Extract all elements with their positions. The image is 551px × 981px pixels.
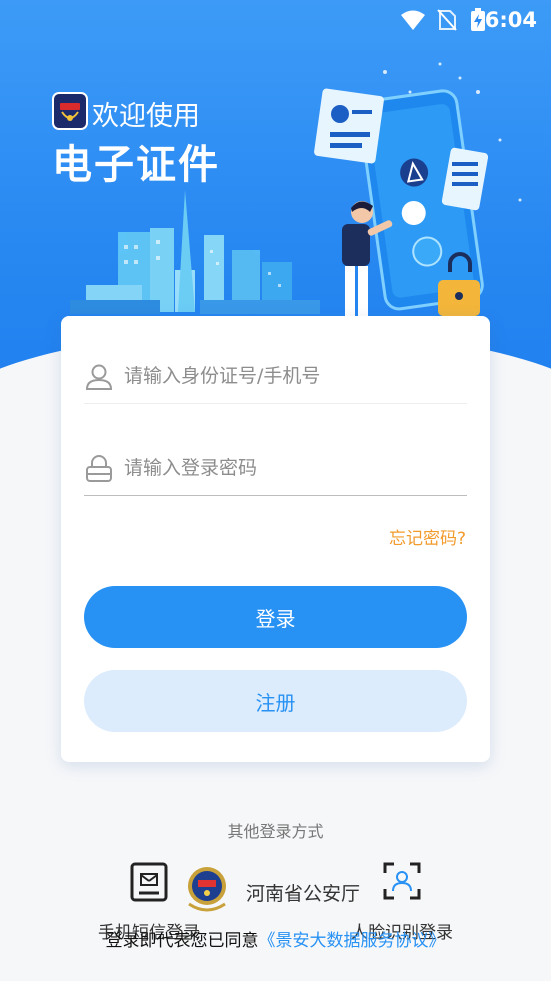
password-input[interactable]	[124, 450, 454, 486]
register-button[interactable]: 注册	[84, 670, 467, 732]
login-button[interactable]: 登录	[84, 586, 467, 648]
wifi-icon	[401, 10, 425, 30]
service-agreement-link[interactable]: 《景安大数据服务协议》	[259, 931, 446, 951]
lock-icon	[86, 455, 112, 482]
app-title: 电子证件	[52, 142, 220, 188]
status-bar: 6:04	[0, 0, 551, 40]
id-field	[84, 352, 467, 404]
agreement-text: 登录即代表您已同意《景安大数据服务协议》	[0, 926, 551, 951]
id-input[interactable]	[124, 358, 454, 394]
user-icon	[85, 364, 113, 390]
status-time: 6:04	[484, 8, 537, 32]
password-field	[84, 444, 467, 496]
agreement-prefix: 登录即代表您已同意	[105, 931, 259, 951]
face-scan-icon	[383, 862, 421, 900]
face-login-option[interactable]: 人脸识别登录	[351, 862, 453, 943]
welcome-text: 欢迎使用	[92, 101, 200, 132]
battery-charging-icon	[471, 8, 485, 31]
police-badge-icon	[52, 92, 88, 130]
forgot-password-link[interactable]: 忘记密码?	[389, 524, 466, 549]
phone-sms-icon	[130, 862, 168, 902]
police-emblem-icon	[183, 864, 231, 918]
sms-login-option[interactable]: 手机短信登录	[98, 862, 200, 943]
no-sim-icon	[437, 9, 457, 31]
provider-label: 河南省公安厅	[246, 883, 361, 905]
other-login-title: 其他登录方式	[227, 822, 324, 841]
login-card: 忘记密码? 登录 注册	[61, 316, 490, 762]
